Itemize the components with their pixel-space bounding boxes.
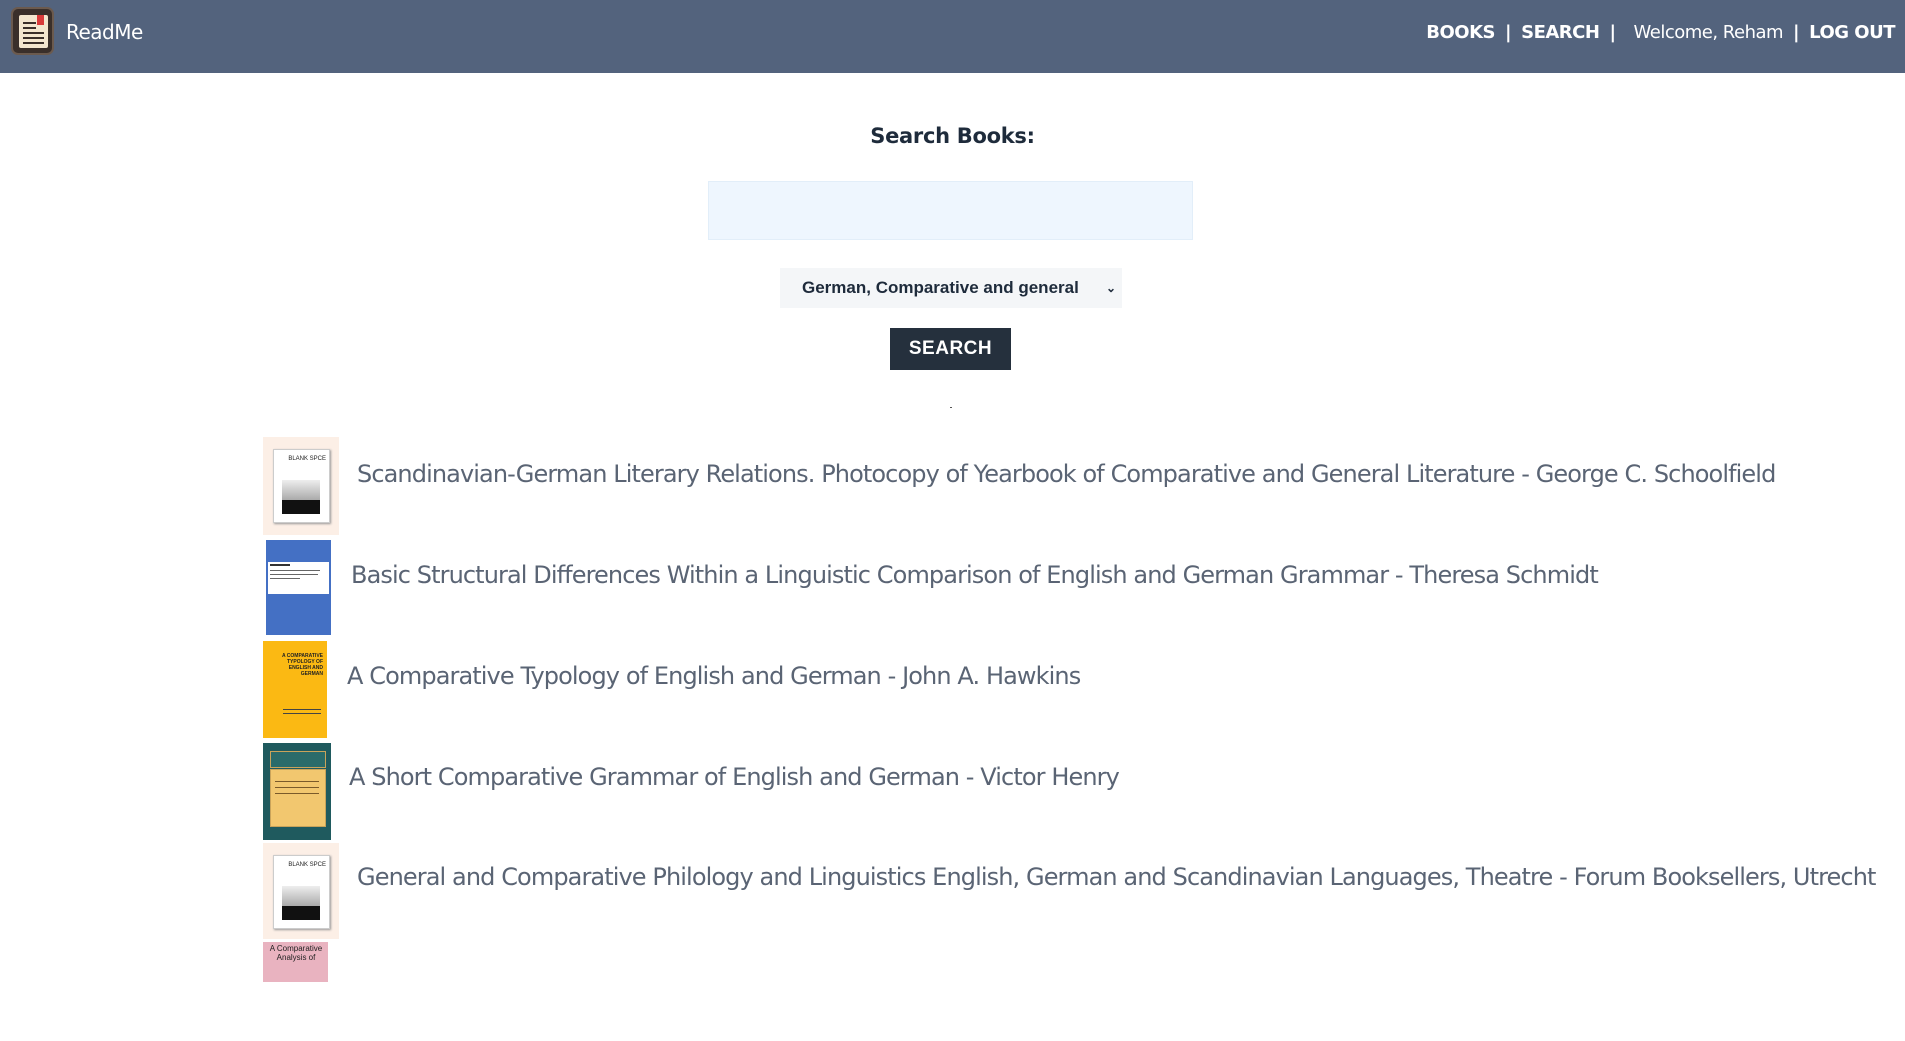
book-cover[interactable]: A COMPARATIVE TYPOLOGY OF ENGLISH AND GE…: [263, 641, 327, 738]
book-cover[interactable]: A Comparative Analysis of: [263, 942, 328, 982]
loading-dot: [950, 407, 952, 408]
book-title[interactable]: Basic Structural Differences Within a Li…: [351, 561, 1599, 589]
nav-search-link[interactable]: SEARCH: [1521, 22, 1600, 43]
search-input[interactable]: [708, 181, 1193, 240]
book-cover[interactable]: BLANK SPCE: [263, 843, 339, 939]
cover-text: BLANK SPCE: [288, 862, 326, 868]
list-item[interactable]: BLANK SPCE Scandinavian-German Literary …: [263, 437, 1903, 537]
list-item[interactable]: BLANK SPCE General and Comparative Philo…: [263, 841, 1903, 941]
nav-separator: |: [1505, 22, 1512, 43]
list-item[interactable]: A Short Comparative Grammar of English a…: [263, 740, 1903, 840]
nav-separator: |: [1609, 22, 1616, 43]
book-title[interactable]: A Comparative Typology of English and Ge…: [347, 662, 1081, 690]
book-cover[interactable]: [266, 540, 331, 635]
readme-logo-icon[interactable]: [11, 7, 54, 55]
category-select-value: German, Comparative and general: [802, 278, 1079, 297]
search-button[interactable]: SEARCH: [890, 328, 1011, 370]
brand-name[interactable]: ReadMe: [66, 20, 143, 44]
book-cover[interactable]: [263, 743, 331, 840]
welcome-message: Welcome, Reham: [1633, 22, 1784, 43]
category-select[interactable]: German, Comparative and general ⌄: [780, 268, 1122, 308]
list-item[interactable]: A COMPARATIVE TYPOLOGY OF ENGLISH AND GE…: [263, 639, 1903, 739]
nav-separator: |: [1793, 22, 1800, 43]
book-cover[interactable]: BLANK SPCE: [263, 437, 339, 535]
cover-text: A COMPARATIVE TYPOLOGY OF ENGLISH AND GE…: [281, 653, 323, 677]
list-item[interactable]: Basic Structural Differences Within a Li…: [263, 538, 1903, 638]
nav-links: BOOKS | SEARCH | Welcome, Reham | LOG OU…: [1426, 22, 1895, 43]
chevron-down-icon: ⌄: [1105, 281, 1116, 295]
nav-books-link[interactable]: BOOKS: [1426, 22, 1495, 43]
search-heading: Search Books:: [870, 124, 1035, 148]
top-navbar: ReadMe BOOKS | SEARCH | Welcome, Reham |…: [0, 0, 1905, 73]
logout-link[interactable]: LOG OUT: [1809, 22, 1895, 43]
list-item[interactable]: A Comparative Analysis of: [263, 941, 1903, 1041]
cover-text: BLANK SPCE: [288, 456, 326, 462]
cover-text: A Comparative Analysis of: [269, 944, 323, 962]
book-title[interactable]: A Short Comparative Grammar of English a…: [349, 763, 1120, 791]
book-title[interactable]: Scandinavian-German Literary Relations. …: [357, 460, 1776, 488]
book-title[interactable]: General and Comparative Philology and Li…: [357, 863, 1876, 891]
